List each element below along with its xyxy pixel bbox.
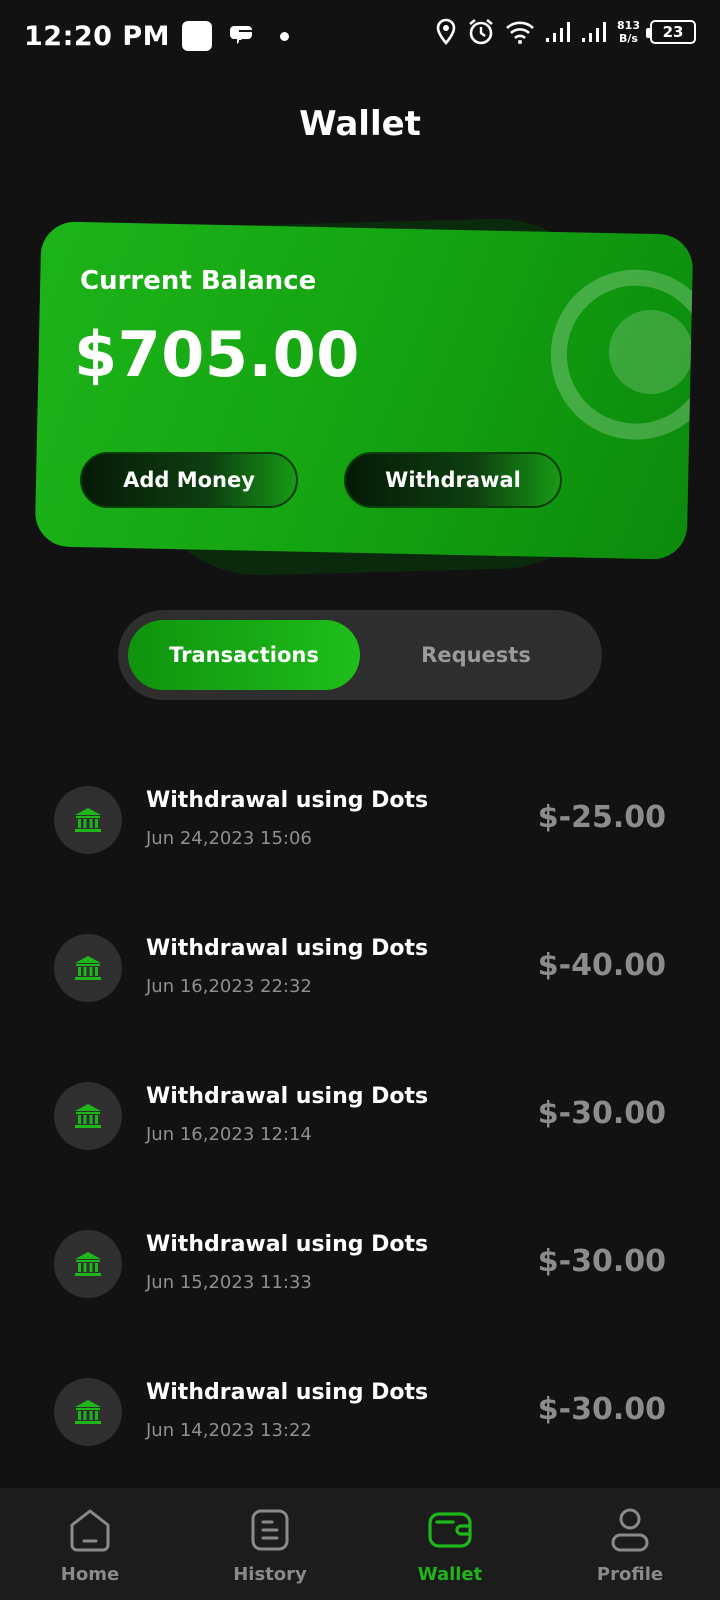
- nav-label-history: History: [233, 1564, 307, 1585]
- nav-label-profile: Profile: [596, 1564, 664, 1585]
- transaction-tabs: Transactions Requests: [118, 610, 602, 700]
- bank-icon: [54, 1082, 122, 1150]
- add-money-button[interactable]: Add Money: [80, 452, 298, 508]
- transaction-amount: $-25.00: [537, 800, 666, 835]
- nav-item-wallet[interactable]: Wallet: [360, 1488, 540, 1600]
- bottom-nav: Home History Wallet Profile: [0, 1488, 720, 1600]
- network-speed-value: 813: [617, 19, 640, 32]
- nav-label-wallet: Wallet: [417, 1564, 483, 1585]
- transaction-title: Withdrawal using Dots: [146, 788, 429, 813]
- transaction-date: Jun 15,2023 11:33: [146, 1272, 312, 1293]
- transaction-amount: $-30.00: [537, 1244, 666, 1279]
- battery-level: 23: [662, 23, 684, 41]
- alarm-icon: [467, 18, 495, 46]
- transaction-row[interactable]: Withdrawal using Dots Jun 16,2023 12:14 …: [0, 1066, 720, 1214]
- profile-icon: [606, 1506, 654, 1554]
- status-time: 12:20 PM: [24, 20, 171, 52]
- bank-icon: [54, 786, 122, 854]
- wifi-icon: [505, 20, 535, 44]
- withdrawal-button[interactable]: Withdrawal: [344, 452, 562, 508]
- network-speed: 813 B/s: [617, 19, 640, 45]
- battery-icon: 23: [646, 20, 696, 44]
- transaction-row[interactable]: Withdrawal using Dots Jun 24,2023 15:06 …: [0, 770, 720, 918]
- transaction-amount: $-30.00: [537, 1392, 666, 1427]
- tab-transactions[interactable]: Transactions: [128, 620, 360, 690]
- transaction-row[interactable]: Withdrawal using Dots Jun 16,2023 22:32 …: [0, 918, 720, 1066]
- network-speed-unit: B/s: [619, 32, 638, 45]
- transaction-title: Withdrawal using Dots: [146, 1084, 429, 1109]
- transaction-title: Withdrawal using Dots: [146, 1232, 429, 1257]
- bank-icon: [54, 934, 122, 1002]
- location-icon: [435, 18, 457, 46]
- transaction-date: Jun 24,2023 15:06: [146, 828, 312, 849]
- status-notification-icons: [182, 21, 290, 51]
- bank-icon: [54, 1230, 122, 1298]
- signal-icon: [545, 20, 571, 44]
- transaction-amount: $-40.00: [537, 948, 666, 983]
- status-system-icons: 813 B/s 23: [435, 18, 696, 46]
- balance-label: Current Balance: [80, 266, 317, 296]
- transaction-row[interactable]: Withdrawal using Dots Jun 15,2023 11:33 …: [0, 1214, 720, 1362]
- transaction-list: Withdrawal using Dots Jun 24,2023 15:06 …: [0, 770, 720, 1510]
- transaction-amount: $-30.00: [537, 1096, 666, 1131]
- transaction-date: Jun 14,2023 13:22: [146, 1420, 312, 1441]
- chat-bubble-icon: [230, 23, 258, 49]
- status-bar: 12:20 PM 813 B/s 23: [0, 0, 720, 72]
- square-app-icon: [182, 21, 213, 51]
- home-icon: [66, 1506, 114, 1554]
- transaction-date: Jun 16,2023 12:14: [146, 1124, 312, 1145]
- tab-requests[interactable]: Requests: [360, 620, 592, 690]
- transaction-title: Withdrawal using Dots: [146, 936, 429, 961]
- wallet-icon: [426, 1506, 474, 1554]
- balance-amount: $705.00: [74, 318, 360, 391]
- signal-icon: [581, 20, 607, 44]
- notification-dot-icon: [280, 31, 290, 41]
- nav-item-history[interactable]: History: [180, 1488, 360, 1600]
- transaction-title: Withdrawal using Dots: [146, 1380, 429, 1405]
- page-title: Wallet: [299, 104, 421, 144]
- bank-icon: [54, 1378, 122, 1446]
- nav-item-profile[interactable]: Profile: [540, 1488, 720, 1600]
- nav-label-home: Home: [60, 1564, 120, 1585]
- nav-item-home[interactable]: Home: [0, 1488, 180, 1600]
- history-icon: [246, 1506, 294, 1554]
- transaction-date: Jun 16,2023 22:32: [146, 976, 312, 997]
